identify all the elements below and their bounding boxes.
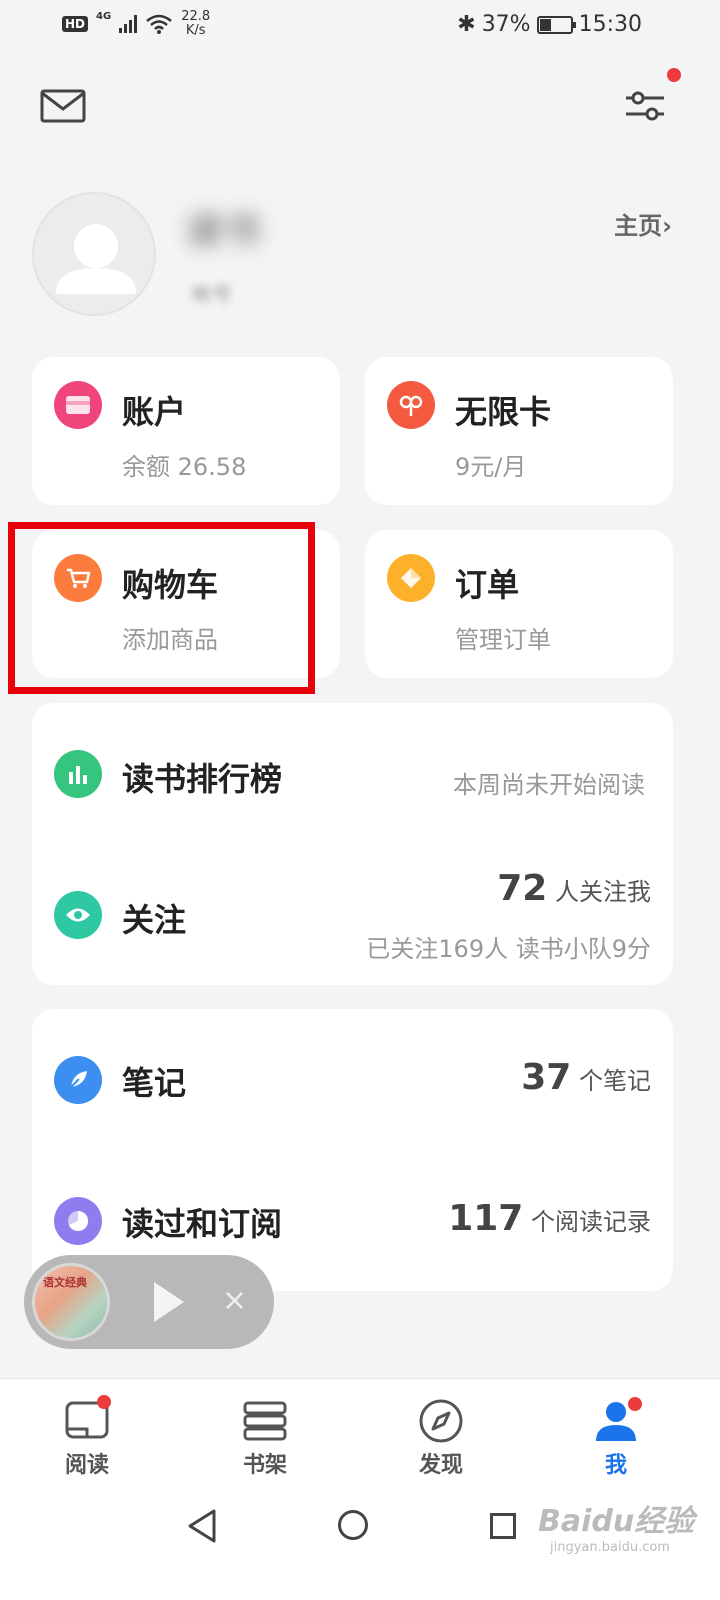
default-avatar-icon — [56, 224, 136, 294]
unlimited-card[interactable]: 无限卡 9元/月 — [365, 357, 673, 505]
follow-row[interactable]: 关注 72 人关注我 已关注169人 读书小队9分 — [32, 843, 673, 985]
highlight-annotation — [8, 522, 315, 694]
pie-icon — [54, 1197, 102, 1245]
tab-discover-label: 发现 — [418, 1453, 463, 1478]
ranking-row[interactable]: 读书排行榜 本周尚未开始阅读 — [32, 703, 673, 843]
bluetooth-icon: ✱ — [457, 12, 476, 37]
settings-notification-dot — [667, 68, 681, 82]
nav-home-icon[interactable] — [338, 1510, 368, 1540]
infinity-card-icon — [387, 381, 435, 429]
homepage-link[interactable]: 主页› — [614, 206, 672, 241]
play-icon[interactable] — [154, 1282, 184, 1322]
read-badge-dot — [97, 1395, 111, 1409]
speed-value: 22.8 — [181, 9, 211, 24]
follower-count-number: 72 — [497, 868, 548, 909]
wifi-icon — [146, 14, 172, 34]
notes-row[interactable]: 笔记 37 个笔记 — [32, 1009, 673, 1150]
clock: 15:30 — [578, 12, 642, 37]
nav-recent-icon[interactable] — [490, 1513, 516, 1539]
ranking-title: 读书排行榜 — [122, 760, 283, 798]
orders-card[interactable]: 订单 管理订单 — [365, 530, 673, 678]
bookshelf-icon — [243, 1401, 287, 1441]
tab-read[interactable]: 阅读 — [27, 1397, 147, 1479]
notes-title: 笔记 — [122, 1064, 187, 1102]
notes-count: 37 个笔记 — [521, 1057, 651, 1098]
settings-icon[interactable] — [622, 86, 668, 126]
avatar[interactable] — [32, 192, 156, 316]
account-title: 账户 — [122, 393, 187, 431]
account-balance: 余额 26.58 — [122, 453, 247, 481]
cover-title: 语文经典 — [43, 1276, 87, 1289]
unlimited-price: 9元/月 — [455, 453, 527, 481]
wallet-icon — [54, 381, 102, 429]
tab-read-label: 阅读 — [64, 1453, 109, 1478]
username: 读书 — [185, 209, 262, 253]
orders-subtitle: 管理订单 — [455, 626, 551, 654]
reading-records-count: 117 个阅读记录 — [448, 1198, 651, 1239]
tab-discover[interactable]: 发现 — [381, 1397, 501, 1479]
reading-records-title: 读过和订阅 — [122, 1205, 283, 1243]
status-bar: HD 4G 22.8 K/s ✱ 37% 15:30 — [0, 0, 720, 54]
signal-icon — [119, 15, 138, 33]
compass-icon — [419, 1399, 463, 1443]
social-card: 读书排行榜 本周尚未开始阅读 关注 72 人关注我 已关注169人 读书小队9分 — [32, 703, 673, 985]
user-subtitle: 帐号 — [192, 282, 232, 306]
network-speed: 22.8 K/s — [181, 10, 210, 38]
records-card: 笔记 37 个笔记 读过和订阅 117 个阅读记录 — [32, 1009, 673, 1291]
orders-title: 订单 — [455, 566, 520, 604]
hd-badge: HD — [62, 16, 89, 32]
feather-icon — [54, 1056, 102, 1104]
tab-me[interactable]: 我 — [556, 1397, 676, 1479]
reading-records-count-label: 个阅读记录 — [531, 1208, 651, 1236]
unlimited-title: 无限卡 — [455, 393, 552, 431]
follower-count-label: 人关注我 — [555, 878, 651, 906]
ranking-status: 本周尚未开始阅读 — [453, 771, 645, 799]
tab-me-label: 我 — [604, 1453, 627, 1478]
close-icon[interactable]: × — [222, 1283, 247, 1318]
notes-count-number: 37 — [521, 1057, 572, 1098]
follow-detail: 已关注169人 读书小队9分 — [366, 935, 651, 963]
network-type: 4G — [96, 10, 112, 22]
speed-unit: K/s — [185, 23, 206, 38]
tab-bookshelf-label: 书架 — [242, 1453, 287, 1478]
notes-count-label: 个笔记 — [579, 1067, 651, 1095]
follow-title: 关注 — [122, 901, 187, 939]
tab-bookshelf[interactable]: 书架 — [205, 1397, 325, 1479]
watermark-url: jingyan.baidu.com — [550, 1540, 670, 1555]
battery-percent: 37% — [481, 12, 531, 37]
eye-icon — [54, 891, 102, 939]
homepage-label: 主页 — [614, 212, 663, 240]
account-card[interactable]: 账户 余额 26.58 — [32, 357, 340, 505]
book-cover[interactable]: 语文经典 — [32, 1263, 110, 1341]
battery-icon — [536, 15, 576, 34]
battery-fill — [539, 18, 551, 31]
bottom-tab-bar: 阅读 书架 发现 我 — [0, 1378, 720, 1600]
floating-audio-player[interactable]: 语文经典 × — [24, 1255, 274, 1349]
follower-count: 72 人关注我 — [497, 868, 651, 909]
me-badge-dot — [626, 1395, 644, 1413]
mail-icon[interactable] — [40, 89, 86, 123]
chevron-right-icon: › — [662, 212, 672, 240]
order-icon — [387, 554, 435, 602]
nav-back-icon[interactable] — [186, 1508, 218, 1544]
bar-chart-icon — [54, 750, 102, 798]
reading-records-count-number: 117 — [448, 1198, 524, 1239]
watermark-brand: Baidu经验 — [538, 1504, 695, 1539]
